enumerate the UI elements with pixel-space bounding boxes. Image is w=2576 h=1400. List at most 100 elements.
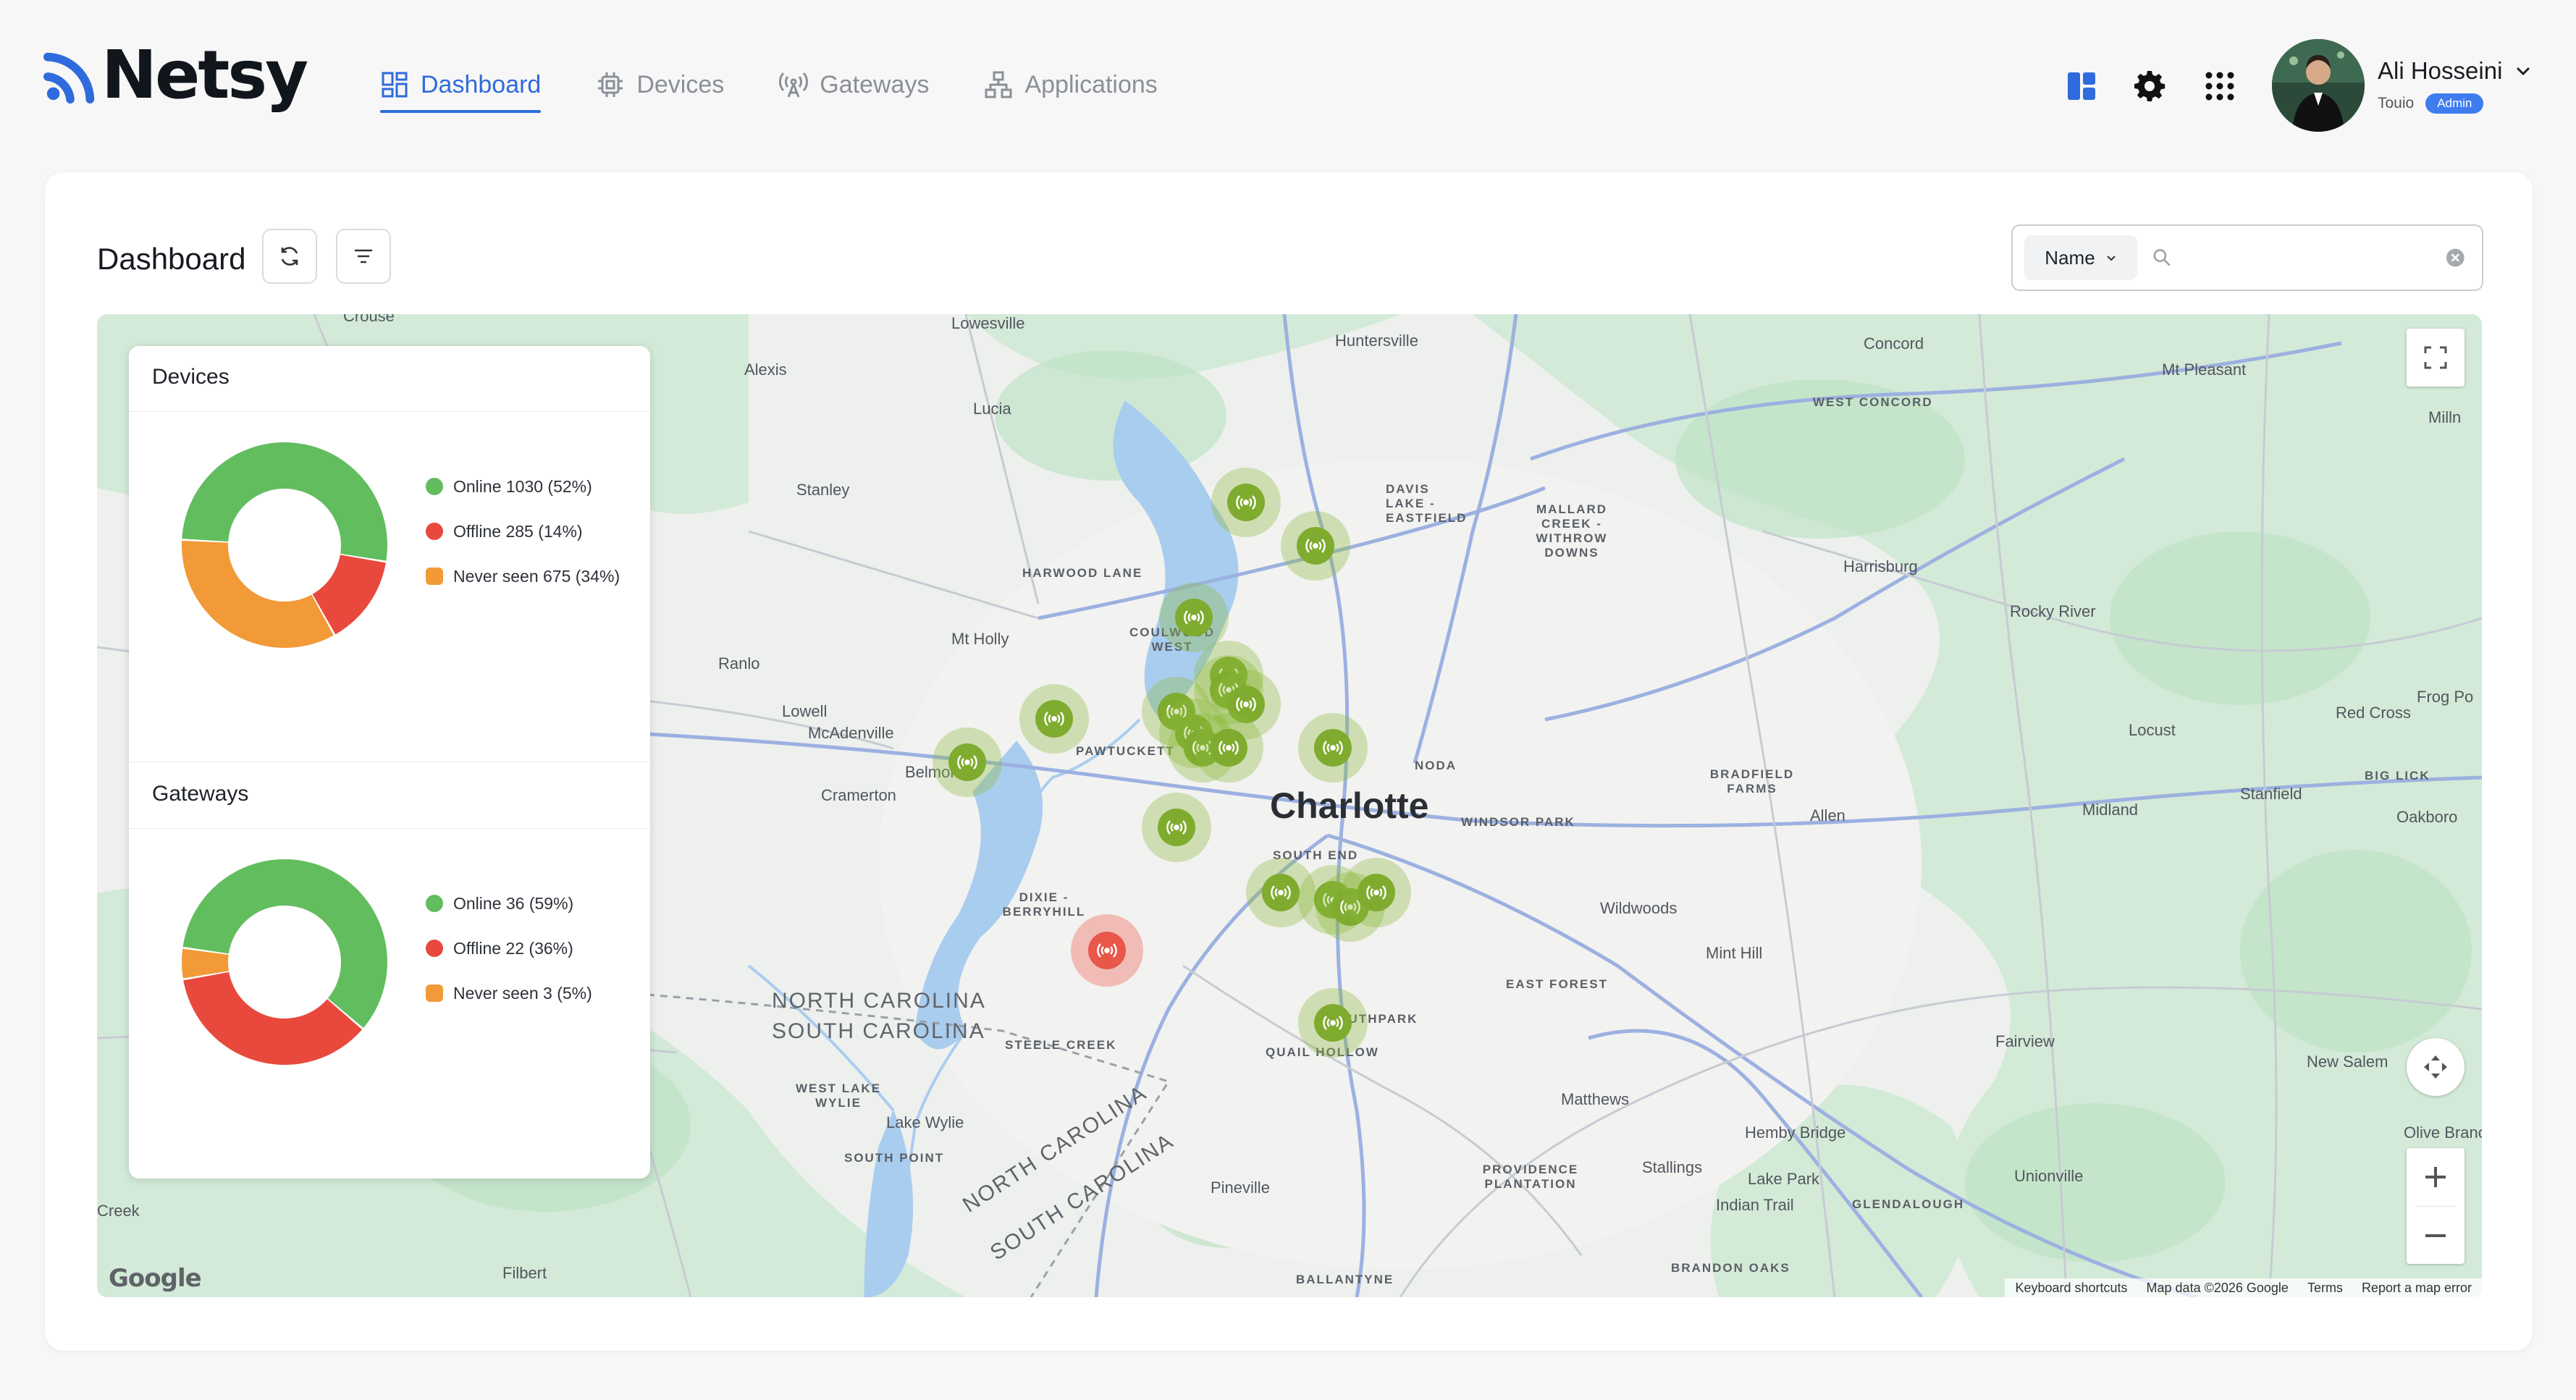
divider <box>129 411 650 412</box>
map-label: Lucia <box>973 400 1011 418</box>
gateway-marker-online[interactable] <box>1141 792 1211 862</box>
zoom-in-button[interactable] <box>2407 1148 2465 1206</box>
map-label: Lowesville <box>951 314 1025 332</box>
chevron-down-icon <box>2106 256 2116 261</box>
map-label: Concord <box>1864 334 1924 353</box>
gateway-marker-online[interactable] <box>1298 987 1368 1058</box>
map-label: Mint Hill <box>1706 944 1763 962</box>
keyboard-shortcuts-link[interactable]: Keyboard shortcuts <box>2015 1281 2127 1296</box>
minus-icon <box>2425 1234 2446 1237</box>
marker-core <box>948 743 987 782</box>
layout-icon[interactable] <box>2065 69 2098 103</box>
search-box: Name <box>2011 224 2483 291</box>
map-label: Matthews <box>1561 1090 1630 1108</box>
marker-core <box>1358 873 1396 911</box>
antenna-icon <box>779 72 809 98</box>
report-error-link[interactable]: Report a map error <box>2362 1281 2472 1296</box>
marker-core <box>1261 873 1300 911</box>
map-pan-control[interactable] <box>2407 1038 2465 1096</box>
search-field-select[interactable]: Name <box>2024 235 2137 280</box>
nav-applications-label: Applications <box>1024 70 1158 98</box>
gateway-marker-online[interactable] <box>1193 713 1263 783</box>
legend-label: Online 36 (59%) <box>453 894 574 913</box>
chevron-down-icon[interactable] <box>2514 62 2533 80</box>
map-label: HARWOOD LANE <box>1022 566 1143 580</box>
map-view[interactable]: Crouse Lowesville Huntersville Concord M… <box>97 314 2482 1297</box>
plus-icon <box>2425 1167 2446 1187</box>
signal-icon <box>957 755 977 769</box>
map-label: Allen <box>1810 806 1845 825</box>
gateway-marker-offline[interactable] <box>1070 914 1143 987</box>
search-input[interactable] <box>2184 236 2446 279</box>
map-label: Mt Holly <box>951 630 1009 648</box>
map-label: Creek <box>97 1202 140 1220</box>
map-label: SOUTH POINT <box>844 1151 945 1165</box>
gateway-marker-online[interactable] <box>1298 713 1368 783</box>
legend-label: Never seen 675 (34%) <box>453 567 620 586</box>
filter-button[interactable] <box>336 229 391 284</box>
gateway-marker-online[interactable] <box>1019 684 1090 754</box>
map-label: Fairview <box>1995 1032 2055 1050</box>
gateway-marker-online[interactable] <box>1342 857 1412 927</box>
dashboard-card: Dashboard Name Crouse Lowesville Hunters… <box>45 172 2533 1351</box>
chip-icon <box>598 72 623 97</box>
nav-gateways[interactable]: Gateways <box>779 62 929 107</box>
hierarchy-icon <box>985 71 1012 98</box>
devices-title: Devices <box>152 365 230 389</box>
user-menu[interactable]: Ali Hosseini Touio Admin <box>2272 39 2533 132</box>
apps-grid-icon[interactable] <box>2203 69 2236 103</box>
terms-link[interactable]: Terms <box>2307 1281 2343 1296</box>
map-label: DAVIS LAKE - EASTFIELD <box>1386 482 1468 525</box>
donut-slice[interactable] <box>183 971 363 1065</box>
refresh-button[interactable] <box>262 229 317 284</box>
map-label: Locust <box>2129 721 2176 739</box>
search-icon <box>2153 249 2171 266</box>
gateway-marker-online[interactable] <box>1211 467 1281 537</box>
search-field-select-label: Name <box>2045 246 2095 269</box>
gateway-marker-online[interactable] <box>1281 510 1351 581</box>
map-label: WINDSOR PARK <box>1461 815 1575 829</box>
nav-devices[interactable]: Devices <box>596 62 724 107</box>
brand-logo[interactable]: Netsy <box>43 42 308 109</box>
signal-icon <box>1366 885 1386 900</box>
map-label: Rocky River <box>2010 602 2096 620</box>
signal-icon <box>1323 741 1343 755</box>
wifi-signal-logo-icon <box>43 52 95 104</box>
legend-item-online: Online 1030 (52%) <box>426 476 636 497</box>
role-badge: Admin <box>2425 93 2484 114</box>
clear-icon[interactable] <box>2445 247 2466 269</box>
nav-applications[interactable]: Applications <box>984 62 1158 107</box>
map-label: Hemby Bridge <box>1745 1123 1846 1142</box>
map-label: Lake Park <box>1748 1170 1820 1188</box>
signal-icon <box>1236 494 1256 510</box>
gear-icon[interactable] <box>2133 69 2166 103</box>
map-label: Alexis <box>744 360 787 379</box>
map-label: NODA <box>1415 759 1457 772</box>
map-label: WEST LAKE WYLIE <box>795 1081 882 1110</box>
marker-core <box>1314 1003 1352 1042</box>
fullscreen-button[interactable] <box>2407 329 2465 387</box>
nav-dashboard[interactable]: Dashboard <box>380 62 542 113</box>
divider <box>129 828 650 829</box>
map-label: Unionville <box>2014 1167 2084 1185</box>
zoom-out-button[interactable] <box>2407 1207 2465 1265</box>
page-title: Dashboard <box>97 242 246 276</box>
legend-item-never-seen: Never seen 675 (34%) <box>426 566 636 586</box>
map-label: Olive Branc <box>2404 1123 2482 1142</box>
signal-icon <box>1218 741 1239 755</box>
map-label: BALLANTYNE <box>1296 1273 1394 1286</box>
map-label: BRADFIELD FARMS <box>1709 767 1795 796</box>
map-label: Lake Wylie <box>886 1113 964 1131</box>
gateways-title: Gateways <box>152 782 249 806</box>
map-attribution: Keyboard shortcuts Map data ©2026 Google… <box>2005 1278 2482 1297</box>
marker-core <box>1209 729 1247 767</box>
map-label: Frog Po <box>2417 688 2474 706</box>
donut-slice[interactable] <box>181 540 334 648</box>
gateway-marker-online[interactable] <box>933 728 1003 798</box>
zoom-controls <box>2407 1148 2465 1264</box>
map-label: Cramerton <box>821 786 896 804</box>
avatar[interactable] <box>2272 39 2365 132</box>
signal-icon <box>1096 943 1117 958</box>
signal-icon <box>1044 712 1065 727</box>
map-label: Wildwoods <box>1600 899 1678 917</box>
